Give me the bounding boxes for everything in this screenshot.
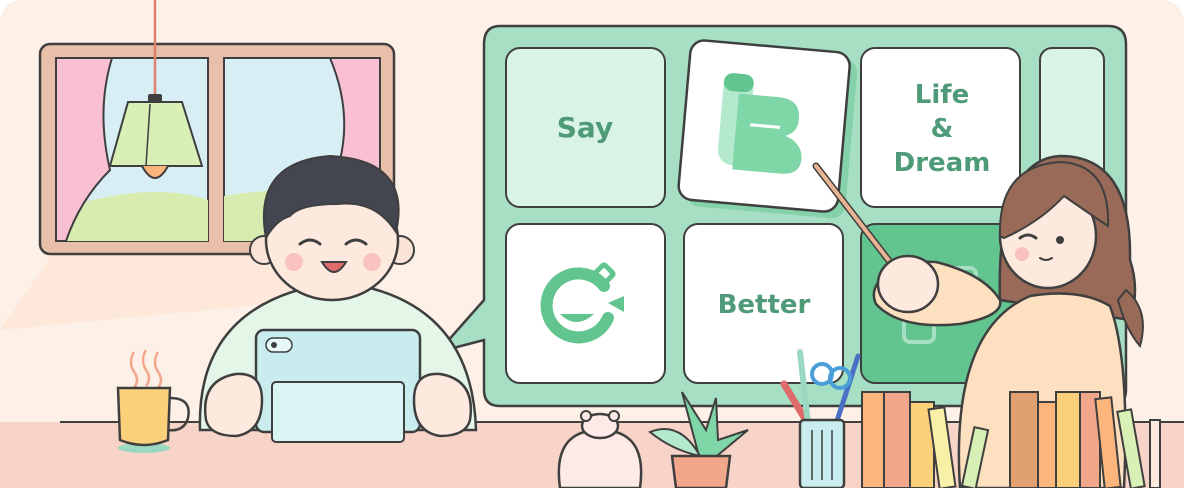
illustration-scene: Say Life & Dream Better: [0, 0, 1184, 488]
tile-life-dream: Life & Dream: [860, 47, 1021, 208]
tile-b-logo: [677, 39, 858, 219]
tablet-icon: [254, 328, 422, 443]
tile-amp-label: &: [931, 114, 954, 144]
tile-c-logo: [505, 223, 666, 384]
tile-life-label: Life: [915, 80, 969, 110]
tile-better: Better: [683, 223, 844, 384]
tile-say-label: Say: [557, 111, 613, 144]
tile-dream-label: Dream: [894, 148, 991, 178]
tile-say: Say: [505, 47, 666, 208]
tile-better-label: Better: [718, 290, 811, 320]
